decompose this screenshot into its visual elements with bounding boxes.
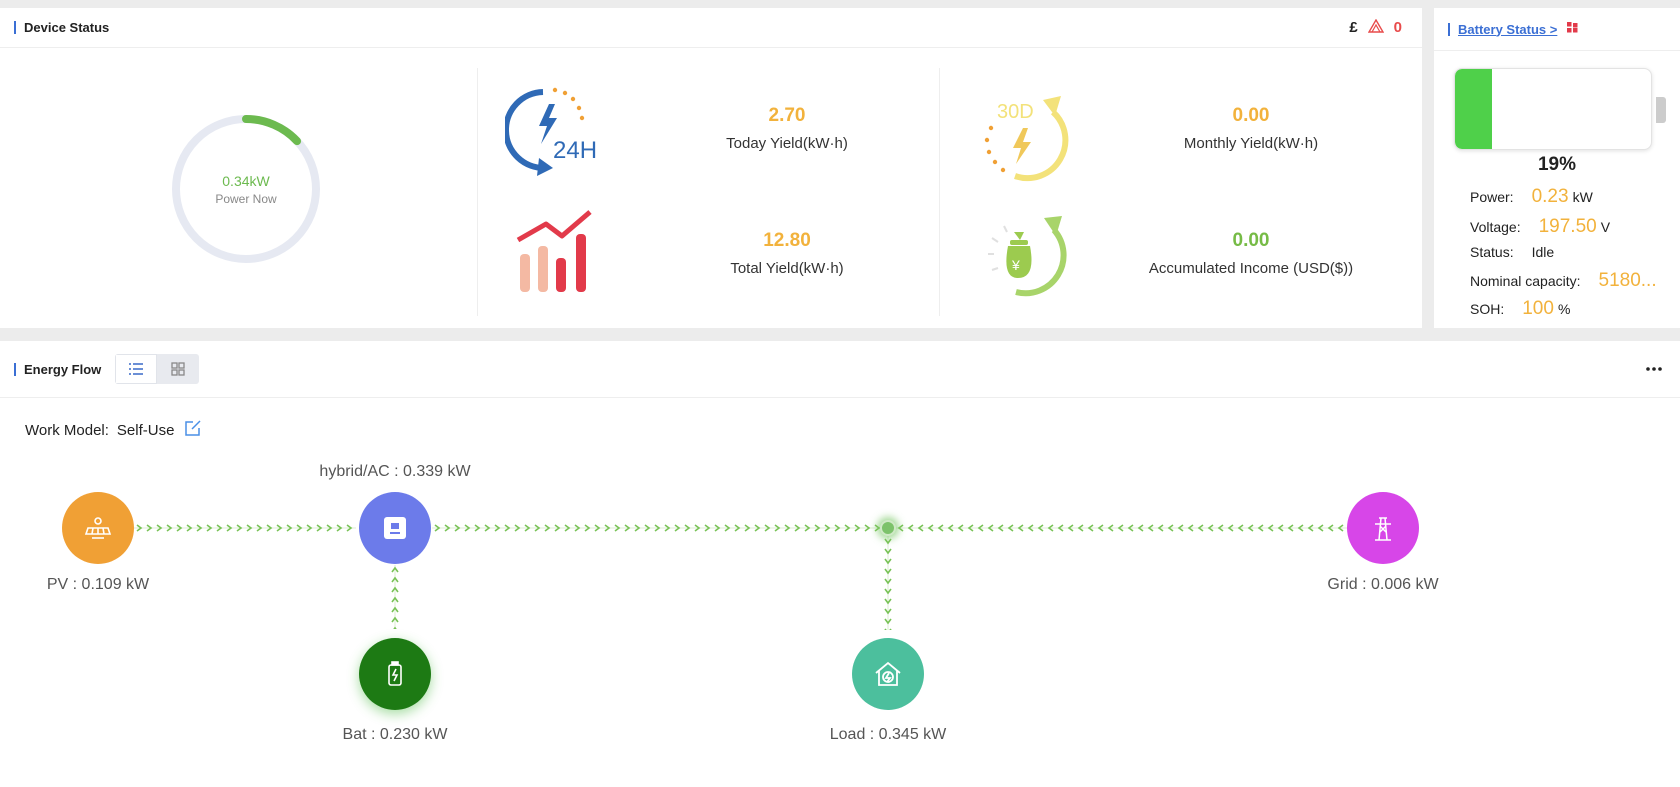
today-yield-label: Today Yield(kW·h) <box>726 135 848 152</box>
power-now-gauge: 0.34kW Power Now <box>170 113 322 265</box>
divider <box>939 68 940 316</box>
battery-power-value: 0.23 <box>1531 186 1569 207</box>
battery-status-label: Status: <box>1470 244 1514 260</box>
income-icon: ¥ <box>976 206 1072 305</box>
battery-status-value: Idle <box>1531 244 1555 260</box>
icon-24h-text: 24H <box>553 137 597 164</box>
solar-panel-icon <box>84 517 112 539</box>
edit-icon[interactable] <box>184 419 202 441</box>
alarm-count[interactable]: 0 <box>1394 19 1402 36</box>
battery-voltage-label: Voltage: <box>1470 219 1521 235</box>
energy-flow-panel: Energy Flow Work Model: Self-Use PV: 0.… <box>0 341 1680 787</box>
battery-power-row: Power: 0.23 kW <box>1470 186 1593 208</box>
work-model: Work Model: Self-Use <box>25 419 202 441</box>
more-options-icon[interactable] <box>1644 359 1664 379</box>
battery-status-row: Status: Idle <box>1470 244 1554 260</box>
battery-status-link[interactable]: Battery Status > <box>1458 22 1557 37</box>
total-yield: 12.80 Total Yield(kW·h) <box>677 230 897 277</box>
alarm-icon[interactable] <box>1367 18 1384 37</box>
inverter-icon <box>384 517 406 539</box>
today-yield: 2.70 Today Yield(kW·h) <box>677 105 897 152</box>
title-accent-bar <box>1448 22 1450 36</box>
battery-capacity-row: Nominal capacity: 5180... <box>1470 270 1661 292</box>
grid-view-button[interactable] <box>157 354 200 384</box>
battery-voltage-unit: V <box>1600 219 1611 235</box>
work-model-value: Self-Use <box>116 421 175 439</box>
flow-line-junction-load <box>884 536 892 630</box>
today-yield-value: 2.70 <box>768 105 806 126</box>
battery-soh-unit: % <box>1557 301 1571 317</box>
flow-line-inverter-junction <box>432 524 880 532</box>
battery-capacity-label: Nominal capacity: <box>1470 273 1581 289</box>
device-status-title: Device Status <box>24 20 110 35</box>
grid-view-icon[interactable] <box>1567 20 1578 38</box>
battery-icon <box>388 661 402 686</box>
accumulated-income-value: 0.00 <box>1232 230 1270 251</box>
monthly-yield-value: 0.00 <box>1232 105 1270 126</box>
flow-junction <box>880 520 896 536</box>
power-now-value: 0.34kW <box>222 172 270 189</box>
battery-voltage-value: 197.50 <box>1538 216 1597 237</box>
monthly-yield-icon: 30D <box>973 88 1073 193</box>
total-yield-value: 12.80 <box>763 230 811 251</box>
accumulated-income: 0.00 Accumulated Income (USD($)) <box>1071 230 1431 277</box>
title-accent-bar <box>14 21 16 34</box>
accumulated-income-label: Accumulated Income (USD($)) <box>1148 260 1354 277</box>
battery-soh-value: 100 <box>1522 298 1554 319</box>
title-accent-bar <box>14 362 16 376</box>
currency-icon[interactable]: £ <box>1349 19 1357 36</box>
battery-terminal <box>1656 97 1666 123</box>
flow-line-battery-inverter <box>391 565 399 629</box>
monthly-yield: 0.00 Monthly Yield(kW·h) <box>1141 105 1361 152</box>
grid-node[interactable] <box>1347 492 1419 564</box>
icon-30d-text: 30D <box>997 101 1034 123</box>
inverter-label: hybrid/AC : 0.339 kW <box>319 463 471 480</box>
work-model-label: Work Model: <box>25 421 109 439</box>
power-tower-icon <box>1375 517 1391 541</box>
battery-soh-row: SOH: 100% <box>1470 298 1570 320</box>
total-yield-label: Total Yield(kW·h) <box>730 260 844 277</box>
pv-label: PV : 0.109 kW <box>46 576 150 593</box>
energy-flow-header: Energy Flow <box>0 341 1680 398</box>
battery-node[interactable] <box>359 638 431 710</box>
device-status-header: Device Status £ 0 <box>0 8 1422 48</box>
battery-fill <box>1455 69 1493 149</box>
load-node[interactable] <box>852 638 924 710</box>
battery-label: Bat : 0.230 kW <box>342 726 448 743</box>
monthly-yield-label: Monthly Yield(kW·h) <box>1183 135 1319 152</box>
total-yield-icon <box>512 206 598 301</box>
pv-node[interactable] <box>62 492 134 564</box>
battery-percent: 19% <box>1537 154 1577 175</box>
flow-line-grid-junction <box>896 524 1348 532</box>
battery-soh-label: SOH: <box>1470 301 1505 317</box>
battery-gauge <box>1454 68 1652 150</box>
today-yield-icon: 24H <box>503 82 605 187</box>
battery-power-label: Power: <box>1470 189 1514 205</box>
power-now-label: Power Now <box>215 191 277 206</box>
battery-power-unit: kW <box>1572 189 1593 205</box>
divider <box>477 68 478 316</box>
device-status-panel: Device Status £ 0 0.34kW Power Now 24H 2… <box>0 8 1422 328</box>
load-label: Load : 0.345 kW <box>829 726 947 743</box>
list-icon <box>129 363 144 375</box>
home-energy-icon <box>875 661 901 686</box>
battery-status-panel: Battery Status > 19% Power: 0.23 kW Voltag… <box>1434 8 1680 328</box>
grid-icon <box>171 362 185 376</box>
battery-status-header: Battery Status > <box>1434 8 1680 51</box>
view-toggle <box>115 354 200 384</box>
flow-line-pv-inverter <box>134 524 356 532</box>
battery-voltage-row: Voltage: 197.50 V <box>1470 216 1610 238</box>
grid-label: Grid : 0.006 kW <box>1327 576 1439 593</box>
inverter-node[interactable] <box>359 492 431 564</box>
list-view-button[interactable] <box>115 354 158 384</box>
header-actions: £ 0 <box>1349 8 1402 47</box>
icon-yen-text: ¥ <box>1011 257 1020 273</box>
battery-capacity-value: 5180... <box>1598 270 1657 291</box>
energy-flow-title: Energy Flow <box>24 361 102 377</box>
